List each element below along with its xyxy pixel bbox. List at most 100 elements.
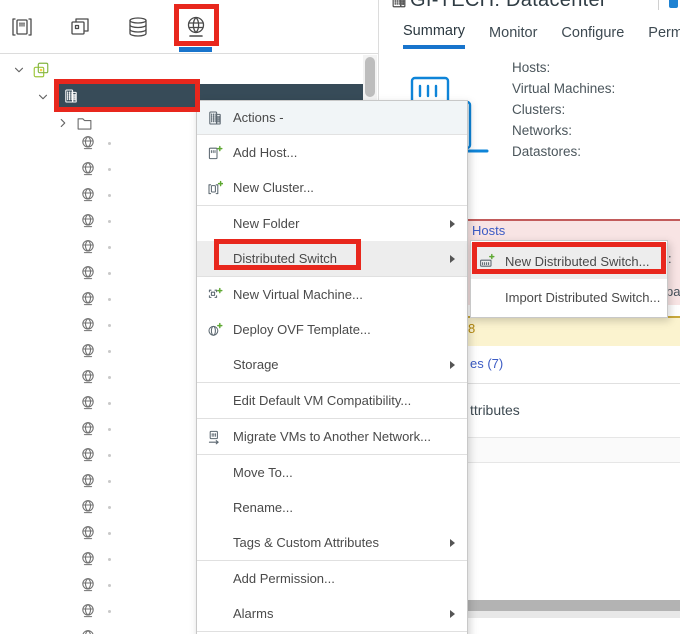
menu-item-label: Alarms xyxy=(233,606,273,621)
chevron-down-icon[interactable] xyxy=(12,63,26,77)
tab-permissions[interactable]: Permissions xyxy=(648,23,680,49)
redacted-label-dot xyxy=(108,272,111,275)
chevron-down-icon[interactable] xyxy=(36,90,50,104)
context-menu-header-label: Actions - xyxy=(233,110,284,125)
menu-item-import-distributed-switch[interactable]: Import Distributed Switch... xyxy=(471,279,667,315)
stat-label-datastores: Datastores: xyxy=(512,141,615,162)
redacted-label-dot xyxy=(108,220,111,223)
summary-tab-bar: Summary Monitor Configure Permissions xyxy=(403,23,680,49)
menu-item-label: Tags & Custom Attributes xyxy=(233,535,379,550)
menu-item-label: Distributed Switch xyxy=(233,251,337,266)
menu-item-label: New Distributed Switch... xyxy=(505,254,650,269)
network-icon xyxy=(80,343,96,359)
tab-summary[interactable]: Summary xyxy=(403,23,465,49)
icon-spacer xyxy=(207,606,223,622)
network-icon xyxy=(80,291,96,307)
menu-item-distributed-switch[interactable]: Distributed Switch xyxy=(197,241,467,276)
network-icon xyxy=(80,525,96,541)
menu-item-move-to[interactable]: Move To... xyxy=(197,455,467,490)
redacted-label-dot xyxy=(108,402,111,405)
icon-spacer xyxy=(207,251,223,267)
menu-item-label: Move To... xyxy=(233,465,293,480)
toolbar-tab-vms-templates[interactable] xyxy=(58,4,102,50)
active-tab-underline xyxy=(179,47,212,52)
network-icon xyxy=(80,239,96,255)
tree-scrollbar-thumb[interactable] xyxy=(365,57,375,97)
submenu-arrow-icon xyxy=(450,610,455,618)
redacted-label-dot xyxy=(108,246,111,249)
redacted-label-dot xyxy=(108,584,111,587)
network-icon xyxy=(80,187,96,203)
network-icon xyxy=(80,421,96,437)
context-menu-header: Actions - xyxy=(197,101,467,135)
menu-item-label: New Virtual Machine... xyxy=(233,287,363,302)
icon-spacer xyxy=(207,357,223,373)
tab-configure[interactable]: Configure xyxy=(561,23,624,49)
chevron-right-icon[interactable] xyxy=(56,116,70,130)
toolbar-tab-networks[interactable] xyxy=(174,4,218,50)
vms-templates-icon xyxy=(68,15,92,39)
menu-item-edit-default-vm-compatibility[interactable]: Edit Default VM Compatibility... xyxy=(197,383,467,418)
redacted-label-dot xyxy=(108,194,111,197)
tab-monitor[interactable]: Monitor xyxy=(489,23,537,49)
menu-item-alarms[interactable]: Alarms xyxy=(197,596,467,631)
menu-item-storage[interactable]: Storage xyxy=(197,347,467,382)
actions-button-fragment[interactable] xyxy=(669,0,678,8)
toolbar-tab-storage[interactable] xyxy=(116,4,160,50)
redacted-label-dot xyxy=(108,376,111,379)
cluster-add-icon xyxy=(207,180,223,196)
stat-label-hosts: Hosts: xyxy=(512,57,615,78)
menu-item-new-cluster[interactable]: New Cluster... xyxy=(197,170,467,205)
context-menu-list: Add Host... New Cluster... New Folder Distr… xyxy=(197,135,467,632)
redacted-label-dot xyxy=(108,142,111,145)
icon-spacer xyxy=(207,393,223,409)
menu-item-label: Rename... xyxy=(233,500,293,515)
menu-item-tags-custom-attributes[interactable]: Tags & Custom Attributes xyxy=(197,525,467,560)
submenu-arrow-icon xyxy=(450,255,455,263)
menu-item-label: New Cluster... xyxy=(233,180,314,195)
ovf-add-icon xyxy=(207,322,223,338)
menu-item-new-folder[interactable]: New Folder xyxy=(197,206,467,241)
switch-add-icon xyxy=(479,253,495,269)
menu-item-label: Deploy OVF Template... xyxy=(233,322,371,337)
object-toolbar xyxy=(0,0,378,54)
network-icon xyxy=(80,473,96,489)
menu-item-rename[interactable]: Rename... xyxy=(197,490,467,525)
menu-item-label: Migrate VMs to Another Network... xyxy=(233,429,431,444)
network-icon xyxy=(80,603,96,619)
section-link-fragment[interactable]: es (7) xyxy=(470,356,503,371)
redacted-label-dot xyxy=(108,350,111,353)
hosts-clusters-icon xyxy=(10,15,34,39)
tree-item-vcenter[interactable] xyxy=(12,57,58,83)
redacted-label-dot xyxy=(108,168,111,171)
network-icon xyxy=(80,135,96,151)
vcenter-icon xyxy=(32,61,50,79)
network-icon xyxy=(80,577,96,593)
icon-spacer xyxy=(207,500,223,516)
redacted-label-dot xyxy=(108,454,111,457)
networks-icon xyxy=(184,15,208,39)
custom-attributes-heading-fragment: ttributes xyxy=(470,402,520,418)
submenu-arrow-icon xyxy=(450,539,455,547)
storage-icon xyxy=(126,15,150,39)
menu-item-migrate-vms-to-another-network[interactable]: Migrate VMs to Another Network... xyxy=(197,419,467,454)
alert-link-fragment[interactable]: Hosts xyxy=(472,223,505,238)
title-separator xyxy=(658,0,659,10)
network-icon xyxy=(80,551,96,567)
menu-item-add-permission[interactable]: Add Permission... xyxy=(197,561,467,596)
network-icon xyxy=(80,265,96,281)
menu-item-new-distributed-switch[interactable]: New Distributed Switch... xyxy=(471,243,667,279)
menu-item-label: Import Distributed Switch... xyxy=(505,290,660,305)
menu-item-new-virtual-machine[interactable]: New Virtual Machine... xyxy=(197,277,467,312)
redacted-label-dot xyxy=(108,532,111,535)
menu-divider xyxy=(197,631,467,632)
alert-text-fragment: pa xyxy=(666,284,680,299)
menu-item-add-host[interactable]: Add Host... xyxy=(197,135,467,170)
menu-item-label: Add Permission... xyxy=(233,571,335,586)
submenu-list: New Distributed Switch... Import Distribu… xyxy=(471,243,667,315)
menu-item-deploy-ovf-template[interactable]: Deploy OVF Template... xyxy=(197,312,467,347)
vsphere-client-window: GI-TECH: Datacenter SummaryMonitorConfig… xyxy=(0,0,680,634)
toolbar-tab-hosts-clusters[interactable] xyxy=(0,4,44,50)
stat-label-clusters: Clusters: xyxy=(512,99,615,120)
redacted-label-dot xyxy=(108,298,111,301)
